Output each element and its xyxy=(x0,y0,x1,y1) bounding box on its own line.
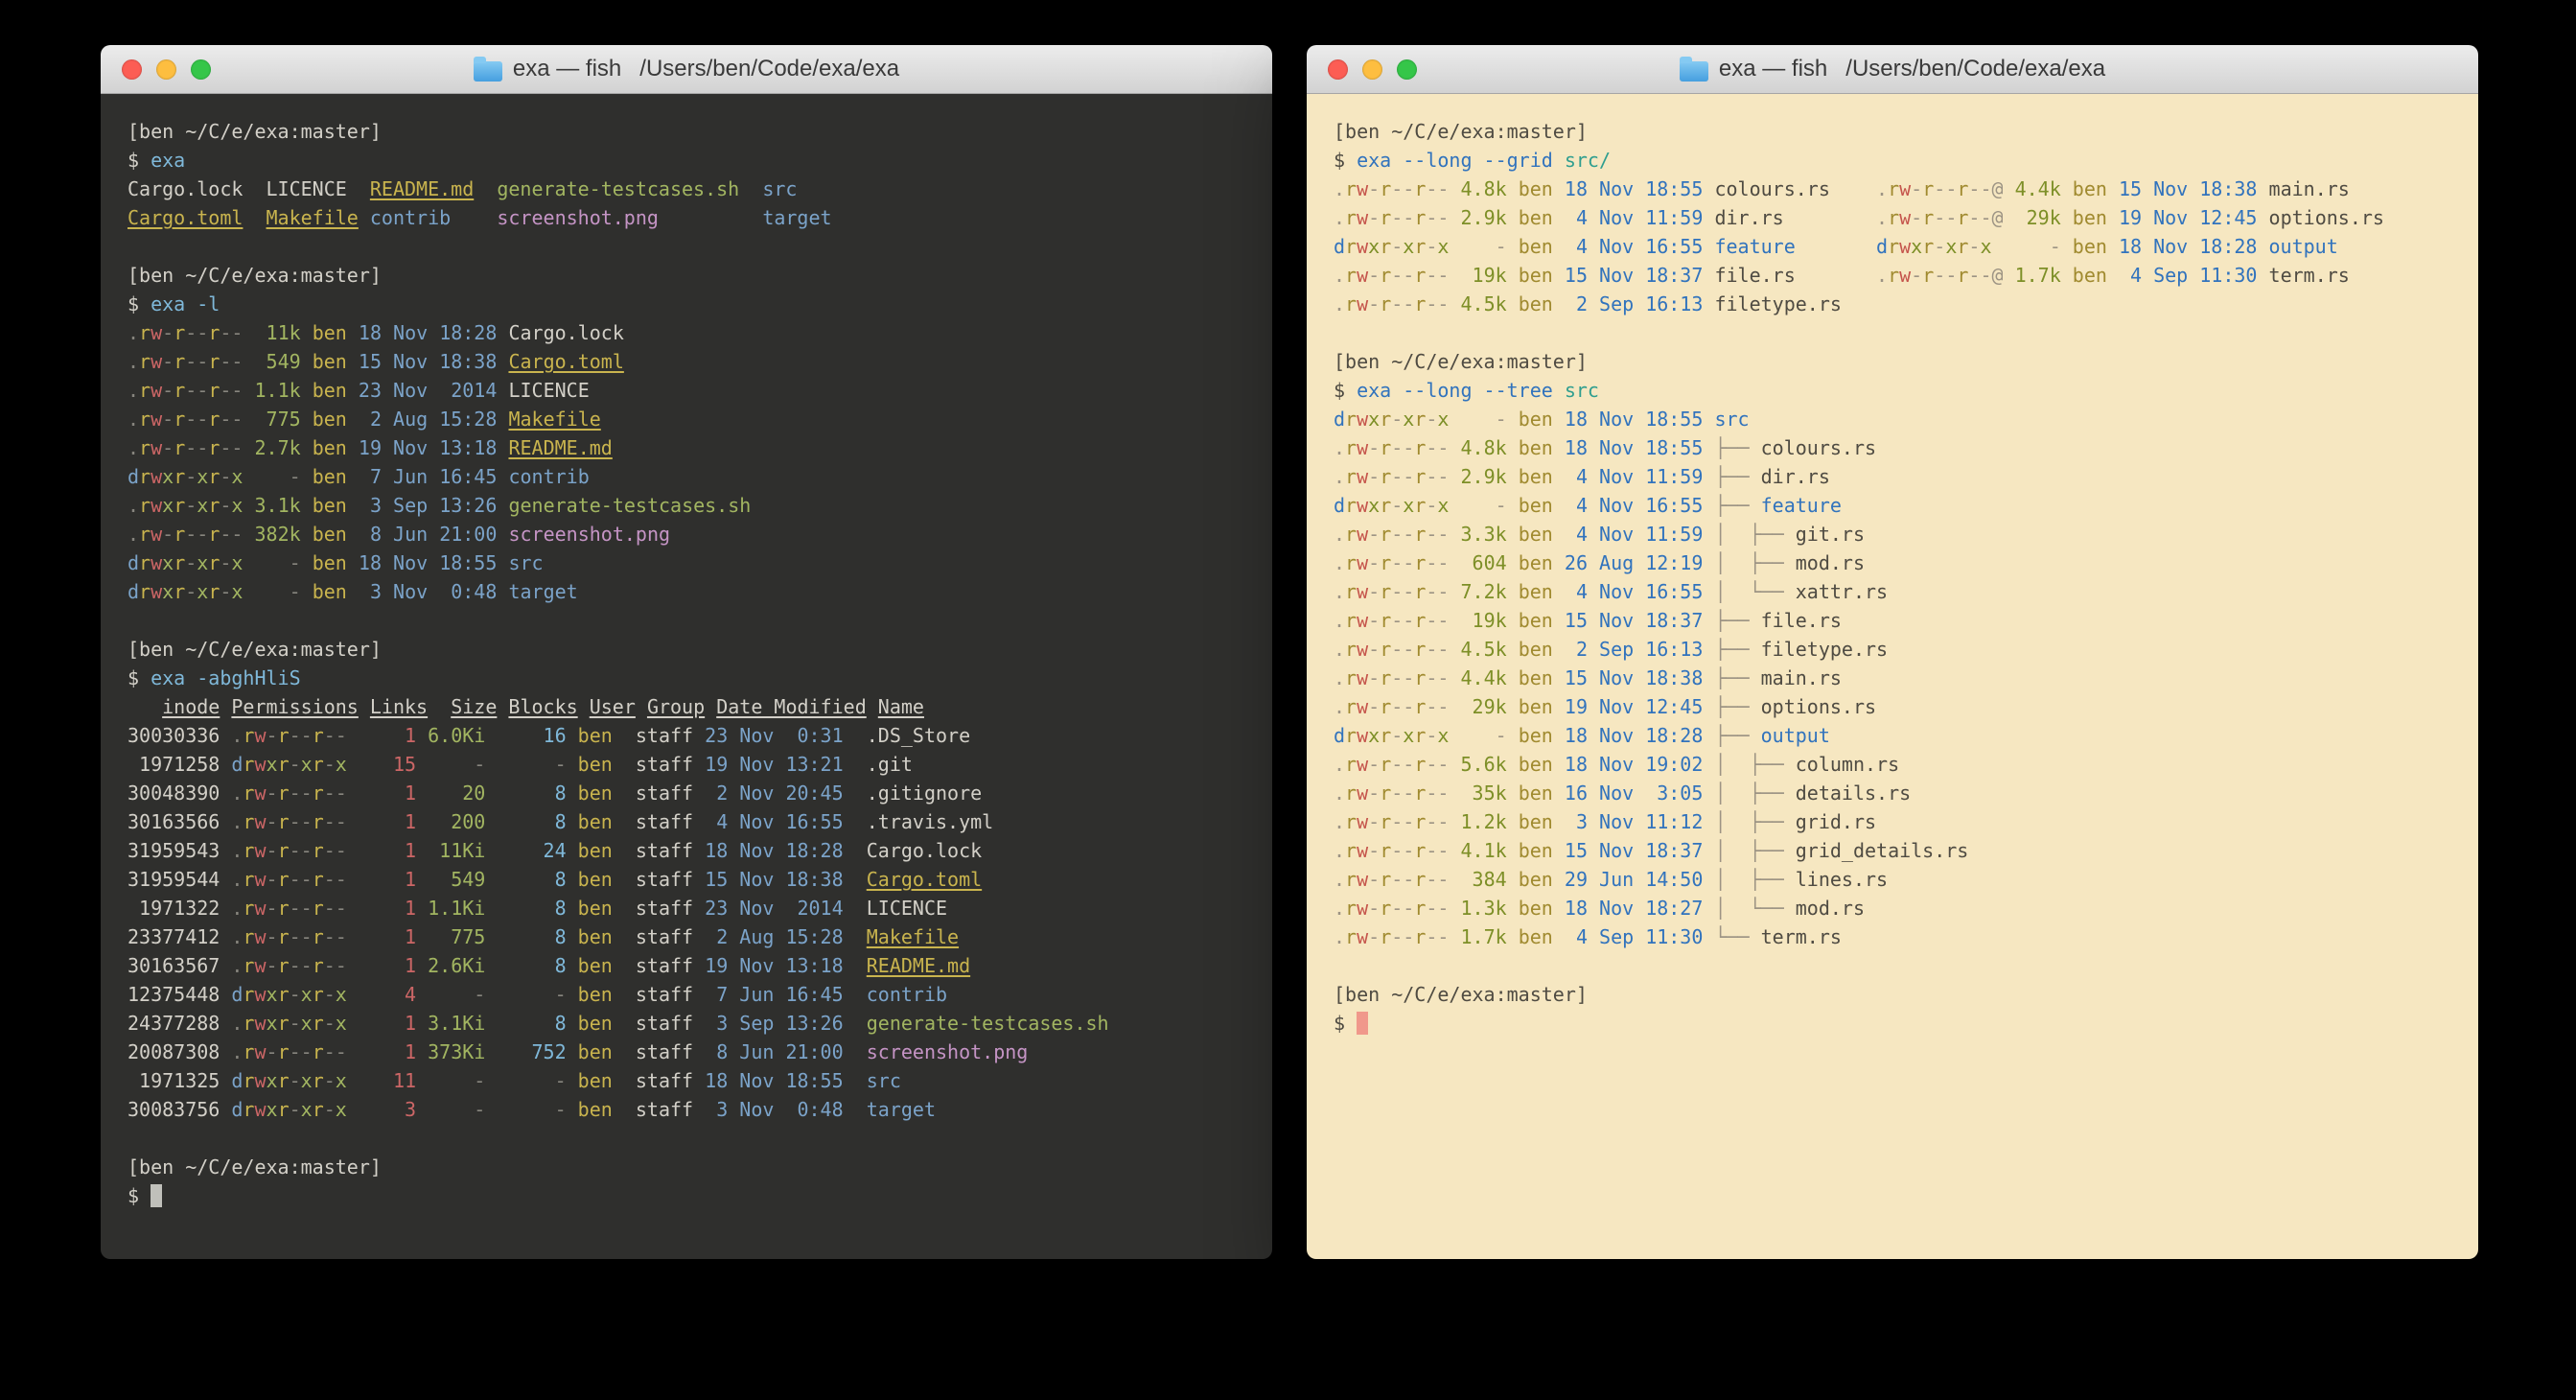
terminal-line: .rw-r--r-- 3.3k ben 4 Nov 11:59 │ ├── gi… xyxy=(1334,520,2451,548)
terminal-line: .rw-r--r-- 1.1k ben 23 Nov 2014 LICENCE xyxy=(128,376,1245,405)
terminal-line: .rw-r--r-- 604 ben 26 Aug 12:19 │ ├── mo… xyxy=(1334,548,2451,577)
terminal-line: $ exa -l xyxy=(128,290,1245,318)
terminal-line: .rw-r--r-- 2.7k ben 19 Nov 13:18 README.… xyxy=(128,433,1245,462)
terminal-line: .rwxr-xr-x 3.1k ben 3 Sep 13:26 generate… xyxy=(128,491,1245,520)
terminal-line: [ben ~/C/e/exa:master] xyxy=(128,635,1245,664)
terminal-line: .rw-r--r-- 1.2k ben 3 Nov 11:12 │ ├── gr… xyxy=(1334,807,2451,836)
terminal-line: [ben ~/C/e/exa:master] xyxy=(1334,980,2451,1009)
terminal-line: 12375448 drwxr-xr-x 4 - - ben staff 7 Ju… xyxy=(128,980,1245,1009)
terminal-line xyxy=(128,1124,1245,1153)
terminal-line: 30048390 .rw-r--r-- 1 20 8 ben staff 2 N… xyxy=(128,779,1245,807)
terminal-line: $ xyxy=(128,1181,1245,1210)
terminal-line: inode Permissions Links Size Blocks User… xyxy=(128,692,1245,721)
terminal-line: drwxr-xr-x - ben 3 Nov 0:48 target xyxy=(128,577,1245,606)
terminal-line: .rw-r--r-- 35k ben 16 Nov 3:05 │ ├── det… xyxy=(1334,779,2451,807)
terminal-line: drwxr-xr-x - ben 18 Nov 18:28 ├── output xyxy=(1334,721,2451,750)
terminal-line: 24377288 .rwxr-xr-x 1 3.1Ki 8 ben staff … xyxy=(128,1009,1245,1038)
terminal-cursor xyxy=(151,1184,162,1207)
terminal-line: .rw-r--r-- 1.7k ben 4 Sep 11:30 └── term… xyxy=(1334,922,2451,951)
terminal-line: 20087308 .rw-r--r-- 1 373Ki 752 ben staf… xyxy=(128,1038,1245,1066)
terminal-window-right: exa — fish /Users/ben/Code/exa/exa [ben … xyxy=(1307,45,2478,1259)
zoom-button[interactable] xyxy=(1397,59,1417,80)
terminal-screen[interactable]: [ben ~/C/e/exa:master]$ exa --long --gri… xyxy=(1307,94,2478,1259)
terminal-line: $ exa --long --grid src/ xyxy=(1334,146,2451,175)
terminal-line: 30083756 drwxr-xr-x 3 - - ben staff 3 No… xyxy=(128,1095,1245,1124)
zoom-button[interactable] xyxy=(191,59,211,80)
terminal-line xyxy=(128,232,1245,261)
minimize-button[interactable] xyxy=(156,59,176,80)
terminal-line xyxy=(1334,951,2451,980)
terminal-line: 31959543 .rw-r--r-- 1 11Ki 24 ben staff … xyxy=(128,836,1245,865)
terminal-line: Cargo.toml Makefile contrib screenshot.p… xyxy=(128,203,1245,232)
terminal-window-left: exa — fish /Users/ben/Code/exa/exa [ben … xyxy=(101,45,1272,1259)
terminal-line: $ exa -abghHliS xyxy=(128,664,1245,692)
titlebar[interactable]: exa — fish /Users/ben/Code/exa/exa xyxy=(101,45,1272,94)
folder-icon xyxy=(474,61,502,82)
terminal-line: .rw-r--r-- 4.5k ben 2 Sep 16:13 filetype… xyxy=(1334,290,2451,318)
terminal-line: .rw-r--r-- 2.9k ben 4 Nov 11:59 ├── dir.… xyxy=(1334,462,2451,491)
terminal-line: .rw-r--r-- 7.2k ben 4 Nov 16:55 │ └── xa… xyxy=(1334,577,2451,606)
terminal-line: 30030336 .rw-r--r-- 1 6.0Ki 16 ben staff… xyxy=(128,721,1245,750)
terminal-line: .rw-r--r-- 1.3k ben 18 Nov 18:27 │ └── m… xyxy=(1334,894,2451,922)
terminal-line: $ exa --long --tree src xyxy=(1334,376,2451,405)
terminal-line: 31959544 .rw-r--r-- 1 549 8 ben staff 15… xyxy=(128,865,1245,894)
terminal-line: drwxr-xr-x - ben 7 Jun 16:45 contrib xyxy=(128,462,1245,491)
window-title: exa — fish /Users/ben/Code/exa/exa xyxy=(1680,56,2105,82)
titlebar[interactable]: exa — fish /Users/ben/Code/exa/exa xyxy=(1307,45,2478,94)
terminal-line: .rw-r--r-- 4.5k ben 2 Sep 16:13 ├── file… xyxy=(1334,635,2451,664)
terminal-line: .rw-r--r-- 29k ben 19 Nov 12:45 ├── opti… xyxy=(1334,692,2451,721)
terminal-screen[interactable]: [ben ~/C/e/exa:master]$ exaCargo.lock LI… xyxy=(101,94,1272,1259)
terminal-line: drwxr-xr-x - ben 4 Nov 16:55 feature drw… xyxy=(1334,232,2451,261)
terminal-line: .rw-r--r-- 4.1k ben 15 Nov 18:37 │ ├── g… xyxy=(1334,836,2451,865)
terminal-line: .rw-r--r-- 382k ben 8 Jun 21:00 screensh… xyxy=(128,520,1245,548)
close-button[interactable] xyxy=(122,59,142,80)
terminal-line: [ben ~/C/e/exa:master] xyxy=(128,1153,1245,1181)
terminal-line: drwxr-xr-x - ben 18 Nov 18:55 src xyxy=(1334,405,2451,433)
terminal-line: Cargo.lock LICENCE README.md generate-te… xyxy=(128,175,1245,203)
traffic-lights xyxy=(1328,45,1417,93)
terminal-line: .rw-r--r-- 775 ben 2 Aug 15:28 Makefile xyxy=(128,405,1245,433)
terminal-line: .rw-r--r-- 2.9k ben 4 Nov 11:59 dir.rs .… xyxy=(1334,203,2451,232)
traffic-lights xyxy=(122,45,211,93)
terminal-line xyxy=(128,606,1245,635)
terminal-line: .rw-r--r-- 384 ben 29 Jun 14:50 │ ├── li… xyxy=(1334,865,2451,894)
terminal-line: 30163567 .rw-r--r-- 1 2.6Ki 8 ben staff … xyxy=(128,951,1245,980)
terminal-line: 30163566 .rw-r--r-- 1 200 8 ben staff 4 … xyxy=(128,807,1245,836)
terminal-line: 1971325 drwxr-xr-x 11 - - ben staff 18 N… xyxy=(128,1066,1245,1095)
window-title-app: exa — fish xyxy=(513,56,621,82)
terminal-line: $ exa xyxy=(128,146,1245,175)
terminal-line xyxy=(1334,318,2451,347)
desktop: { "chrome": { "traffic_lights": ["#fc5d5… xyxy=(0,0,2576,1400)
minimize-button[interactable] xyxy=(1362,59,1382,80)
terminal-line: 1971258 drwxr-xr-x 15 - - ben staff 19 N… xyxy=(128,750,1245,779)
terminal-line: [ben ~/C/e/exa:master] xyxy=(1334,347,2451,376)
terminal-line: .rw-r--r-- 4.8k ben 18 Nov 18:55 colours… xyxy=(1334,175,2451,203)
terminal-line: .rw-r--r-- 19k ben 15 Nov 18:37 ├── file… xyxy=(1334,606,2451,635)
terminal-line: .rw-r--r-- 4.8k ben 18 Nov 18:55 ├── col… xyxy=(1334,433,2451,462)
terminal-line: $ xyxy=(1334,1009,2451,1038)
terminal-line: .rw-r--r-- 19k ben 15 Nov 18:37 file.rs … xyxy=(1334,261,2451,290)
terminal-line: [ben ~/C/e/exa:master] xyxy=(128,261,1245,290)
terminal-line: 23377412 .rw-r--r-- 1 775 8 ben staff 2 … xyxy=(128,922,1245,951)
terminal-line: .rw-r--r-- 11k ben 18 Nov 18:28 Cargo.lo… xyxy=(128,318,1245,347)
window-title-app: exa — fish xyxy=(1719,56,1827,82)
terminal-line: [ben ~/C/e/exa:master] xyxy=(1334,117,2451,146)
terminal-line: [ben ~/C/e/exa:master] xyxy=(128,117,1245,146)
window-title-path: /Users/ben/Code/exa/exa xyxy=(639,56,899,82)
close-button[interactable] xyxy=(1328,59,1348,80)
window-title: exa — fish /Users/ben/Code/exa/exa xyxy=(474,56,899,82)
terminal-line: drwxr-xr-x - ben 4 Nov 16:55 ├── feature xyxy=(1334,491,2451,520)
window-title-path: /Users/ben/Code/exa/exa xyxy=(1845,56,2105,82)
folder-icon xyxy=(1680,61,1708,82)
terminal-line: .rw-r--r-- 549 ben 15 Nov 18:38 Cargo.to… xyxy=(128,347,1245,376)
terminal-line: 1971322 .rw-r--r-- 1 1.1Ki 8 ben staff 2… xyxy=(128,894,1245,922)
terminal-line: .rw-r--r-- 5.6k ben 18 Nov 19:02 │ ├── c… xyxy=(1334,750,2451,779)
terminal-line: drwxr-xr-x - ben 18 Nov 18:55 src xyxy=(128,548,1245,577)
terminal-cursor xyxy=(1357,1012,1368,1035)
terminal-line: .rw-r--r-- 4.4k ben 15 Nov 18:38 ├── mai… xyxy=(1334,664,2451,692)
